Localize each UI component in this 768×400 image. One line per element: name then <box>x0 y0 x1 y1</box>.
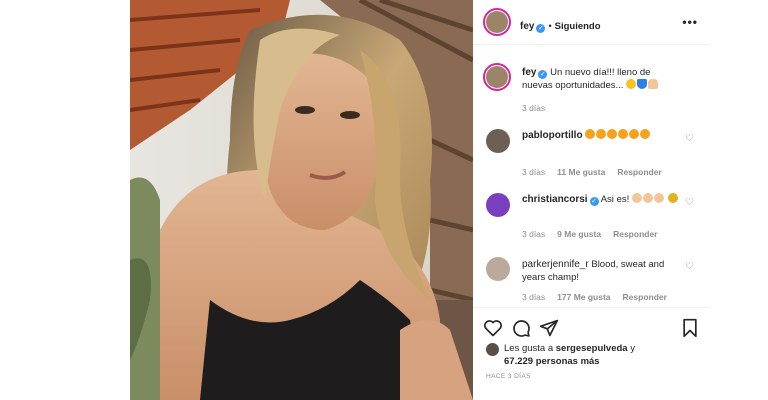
commenter-username[interactable]: pabloportillo <box>522 130 583 141</box>
comment-time: 3 días <box>522 292 546 302</box>
comment-item: parkerjennife_r Blood, sweat and years c… <box>473 255 710 315</box>
likes-prefix: Les gusta a <box>504 343 554 354</box>
commenter-username[interactable]: christiancorsi <box>522 194 588 205</box>
caption-time: 3 días <box>522 103 546 113</box>
like-comment-heart-icon[interactable]: ♡ <box>685 261 694 272</box>
likes-summary: Les gusta a sergesepulveda y 67.229 pers… <box>504 342 635 368</box>
heart-eyes-emoji-icon <box>585 129 651 141</box>
liker-avatar[interactable] <box>486 343 499 356</box>
commenter-avatar[interactable] <box>486 193 510 217</box>
author-username[interactable]: fey <box>520 21 534 32</box>
comment-time: 3 días <box>522 229 546 239</box>
author-avatar[interactable] <box>483 8 511 36</box>
comment-item: christiancorsi ✓ Asi es! ♡ 3 días 9 Me gus… <box>473 191 710 251</box>
sun-emoji-icon <box>626 79 637 89</box>
instagram-post: fey ✓ • Siguiendo ••• fey ✓ Un nuevo día!!! … <box>130 0 710 400</box>
caption: fey ✓ Un nuevo día!!! lleno de nuevas opo… <box>473 63 710 123</box>
clapping-hands-emoji-icon <box>631 193 665 205</box>
post-photo[interactable] <box>130 0 473 400</box>
verified-badge-icon: ✓ <box>536 24 546 33</box>
separator-dot: • <box>548 21 552 31</box>
share-icon[interactable] <box>539 318 559 338</box>
post-timestamp: HACE 3 DÍAS <box>486 373 531 380</box>
verified-badge-icon: ✓ <box>538 70 548 79</box>
comment-icon[interactable] <box>511 318 531 338</box>
side-panel: fey ✓ • Siguiendo ••• fey ✓ Un nuevo día!!! … <box>473 0 710 400</box>
reply-button[interactable]: Responder <box>623 292 667 302</box>
comment-likes[interactable]: 9 Me gusta <box>557 229 601 239</box>
like-comment-heart-icon[interactable]: ♡ <box>685 197 694 208</box>
liker-username[interactable]: sergesepulveda <box>556 343 628 354</box>
reply-button[interactable]: Responder <box>613 229 657 239</box>
verified-badge-icon: ✓ <box>589 197 599 206</box>
comment-time: 3 días <box>522 167 546 177</box>
bookmark-icon[interactable] <box>680 318 700 338</box>
comments-list: fey ✓ Un nuevo día!!! lleno de nuevas opo… <box>473 45 710 305</box>
commenter-avatar[interactable] <box>486 129 510 153</box>
post-header: fey ✓ • Siguiendo ••• <box>473 0 710 45</box>
comment-likes[interactable]: 11 Me gusta <box>557 167 605 177</box>
praying-hands-emoji-icon <box>648 79 659 89</box>
comment-likes[interactable]: 177 Me gusta <box>557 292 610 302</box>
comment-item: pabloportillo ♡ 3 días 11 Me gusta Respond… <box>473 127 710 187</box>
commenter-username[interactable]: parkerjennife_r <box>522 259 589 270</box>
caption-username[interactable]: fey <box>522 67 536 78</box>
reply-button[interactable]: Responder <box>617 167 661 177</box>
comment-text: Asi es! <box>600 194 630 205</box>
following-button[interactable]: Siguiendo <box>555 21 601 32</box>
heart-icon[interactable] <box>483 318 503 338</box>
likes-conj: y <box>630 343 635 354</box>
blue-heart-emoji-icon <box>637 79 648 89</box>
more-horizontal-icon[interactable]: ••• <box>682 15 698 29</box>
bee-emoji-icon <box>667 193 678 203</box>
caption-avatar[interactable] <box>483 63 511 91</box>
likes-count[interactable]: 67.229 personas más <box>504 356 600 367</box>
like-comment-heart-icon[interactable]: ♡ <box>685 133 694 144</box>
commenter-avatar[interactable] <box>486 257 510 281</box>
